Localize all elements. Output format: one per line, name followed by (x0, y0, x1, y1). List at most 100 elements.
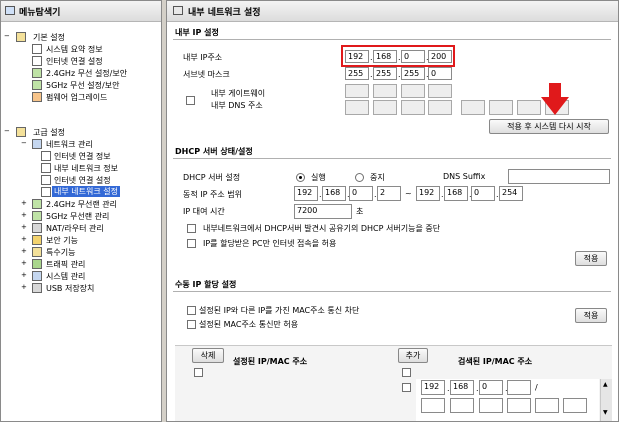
search-ip-octet-3[interactable]: 0 (479, 380, 503, 395)
page-icon (32, 44, 42, 54)
gateway-octet-1[interactable] (345, 84, 369, 98)
tree-item-internet-setup[interactable]: 인터넷 연결 설정 (46, 56, 103, 67)
gateway-octet-3[interactable] (401, 84, 425, 98)
internal-ip-octet-3[interactable]: 0 (401, 50, 425, 63)
add-button[interactable]: 추가 (398, 348, 428, 363)
block-mismatch-label: 설정된 IP와 다른 IP를 가진 MAC주소 통신 차단 (199, 306, 360, 315)
tree-item-system-summary[interactable]: 시스템 요약 정보 (46, 44, 103, 55)
tree-item-internet-connect[interactable]: 인터넷 연결 설정 (54, 175, 111, 186)
tree-item-usb[interactable]: USB 저장장치 (46, 283, 94, 294)
range-end-octet-3[interactable]: 0 (471, 186, 495, 201)
search-ip-octet-2[interactable]: 168 (450, 380, 474, 395)
search-ip-octet-4[interactable] (507, 380, 531, 395)
expand-icon[interactable]: + (21, 271, 27, 279)
dns2-octet-3[interactable] (517, 100, 541, 115)
traffic-icon (32, 259, 42, 269)
collapse-icon[interactable]: − (4, 127, 10, 135)
expand-icon[interactable]: + (21, 259, 27, 267)
tree-item-wifi-5[interactable]: 5GHz 무선 설정/보안 (46, 80, 119, 91)
special-icon (32, 247, 42, 257)
expand-icon[interactable]: + (21, 283, 27, 291)
tree-item-wlan24-mgmt[interactable]: 2.4GHz 무선랜 관리 (46, 199, 117, 210)
tree-item-nat-router[interactable]: NAT/라우터 관리 (46, 223, 104, 234)
range-start-octet-4[interactable]: 2 (377, 186, 401, 201)
range-end-octet-1[interactable]: 192 (416, 186, 440, 201)
tree-group-advanced[interactable]: 고급 설정 (33, 127, 65, 138)
page-icon (32, 56, 42, 66)
search-mac-part-2[interactable] (450, 398, 474, 413)
tree-item-system[interactable]: 시스템 관리 (46, 271, 85, 282)
scroll-up-icon[interactable]: ▲ (603, 381, 608, 388)
manual-apply-button[interactable]: 적용 (575, 308, 607, 323)
searched-header: 검색된 IP/MAC 주소 (458, 357, 533, 366)
gateway-octet-2[interactable] (373, 84, 397, 98)
internal-ip-octet-2[interactable]: 168 (373, 50, 397, 63)
expand-icon[interactable]: + (21, 247, 27, 255)
dns-octet-3[interactable] (401, 100, 425, 115)
dns-octet-1[interactable] (345, 100, 369, 115)
range-start-octet-1[interactable]: 192 (294, 186, 318, 201)
dns-label: 내부 DNS 주소 (211, 101, 263, 110)
internal-ip-octet-4[interactable]: 200 (428, 50, 452, 63)
search-mac-part-6[interactable] (563, 398, 587, 413)
dns-octet-4[interactable] (428, 100, 452, 115)
delete-button[interactable]: 삭제 (192, 348, 224, 363)
tree-item-wifi-24[interactable]: 2.4GHz 무선 설정/보안 (46, 68, 127, 79)
subnet-octet-1[interactable]: 255 (345, 67, 369, 80)
internal-ip-octet-1[interactable]: 192 (345, 50, 369, 63)
dns2-octet-1[interactable] (461, 100, 485, 115)
collapse-icon[interactable]: − (21, 139, 27, 147)
range-end-octet-4[interactable]: 254 (499, 186, 523, 201)
tree-group-basic[interactable]: 기본 설정 (33, 32, 65, 43)
search-mac-part-1[interactable] (421, 398, 445, 413)
subnet-octet-3[interactable]: 255 (401, 67, 425, 80)
tree-item-internet-info[interactable]: 인터넷 연결 정보 (54, 151, 111, 162)
tree-item-security[interactable]: 보안 기능 (46, 235, 78, 246)
lease-time-input[interactable]: 7200 (294, 204, 352, 219)
select-all-searched-checkbox[interactable] (402, 368, 411, 377)
tree-item-network-mgmt[interactable]: 네트워크 관리 (46, 139, 93, 150)
select-all-configured-checkbox[interactable] (194, 368, 203, 377)
search-mac-part-5[interactable] (535, 398, 559, 413)
tree-item-firmware[interactable]: 펌웨어 업그레이드 (46, 92, 107, 103)
list-scrollbar[interactable]: ▲ ▼ (600, 379, 612, 421)
page-title: 내부 네트워크 설정 (188, 8, 261, 18)
page-icon (41, 187, 51, 197)
range-end-octet-2[interactable]: 168 (444, 186, 468, 201)
divider (173, 158, 611, 159)
block-mismatch-checkbox[interactable] (187, 306, 196, 315)
range-start-octet-3[interactable]: 0 (349, 186, 373, 201)
search-ip-octet-1[interactable]: 192 (421, 380, 445, 395)
searched-row-checkbox[interactable] (402, 383, 411, 392)
expand-icon[interactable]: + (21, 199, 27, 207)
dns-octet-2[interactable] (373, 100, 397, 115)
apply-restart-button[interactable]: 적용 후 시스템 다시 시작 (489, 119, 609, 134)
expand-icon[interactable]: + (21, 235, 27, 243)
search-mac-part-4[interactable] (507, 398, 531, 413)
expand-icon[interactable]: + (21, 211, 27, 219)
allow-mac-only-checkbox[interactable] (187, 320, 196, 329)
collapse-icon[interactable]: − (4, 32, 10, 40)
dhcp-apply-button[interactable]: 적용 (575, 251, 607, 266)
dhcp-stop-radio[interactable] (355, 173, 364, 182)
scroll-down-icon[interactable]: ▼ (603, 409, 608, 416)
dhcp-run-radio[interactable] (296, 173, 305, 182)
gateway-dns-checkbox[interactable] (186, 96, 195, 105)
range-start-octet-2[interactable]: 168 (322, 186, 346, 201)
gateway-octet-4[interactable] (428, 84, 452, 98)
expand-icon[interactable]: + (21, 223, 27, 231)
assigned-only-checkbox[interactable] (187, 239, 196, 248)
dns2-octet-2[interactable] (489, 100, 513, 115)
subnet-octet-4[interactable]: 0 (428, 67, 452, 80)
dhcp-stop-on-detect-checkbox[interactable] (187, 224, 196, 233)
tree-item-lan-info[interactable]: 내부 네트워크 정보 (54, 163, 118, 174)
tree-item-traffic[interactable]: 트래픽 관리 (46, 259, 85, 270)
section-internal-ip: 내부 IP 설정 (175, 28, 219, 37)
tree-item-special[interactable]: 특수기능 (46, 247, 75, 258)
tree-item-lan-settings[interactable]: 내부 네트워크 설정 (52, 186, 120, 197)
subnet-octet-2[interactable]: 255 (373, 67, 397, 80)
search-mac-part-3[interactable] (479, 398, 503, 413)
dns-suffix-input[interactable] (508, 169, 610, 184)
sidebar-header: 메뉴탐색기 (1, 1, 161, 22)
tree-item-wlan5-mgmt[interactable]: 5GHz 무선랜 관리 (46, 211, 109, 222)
